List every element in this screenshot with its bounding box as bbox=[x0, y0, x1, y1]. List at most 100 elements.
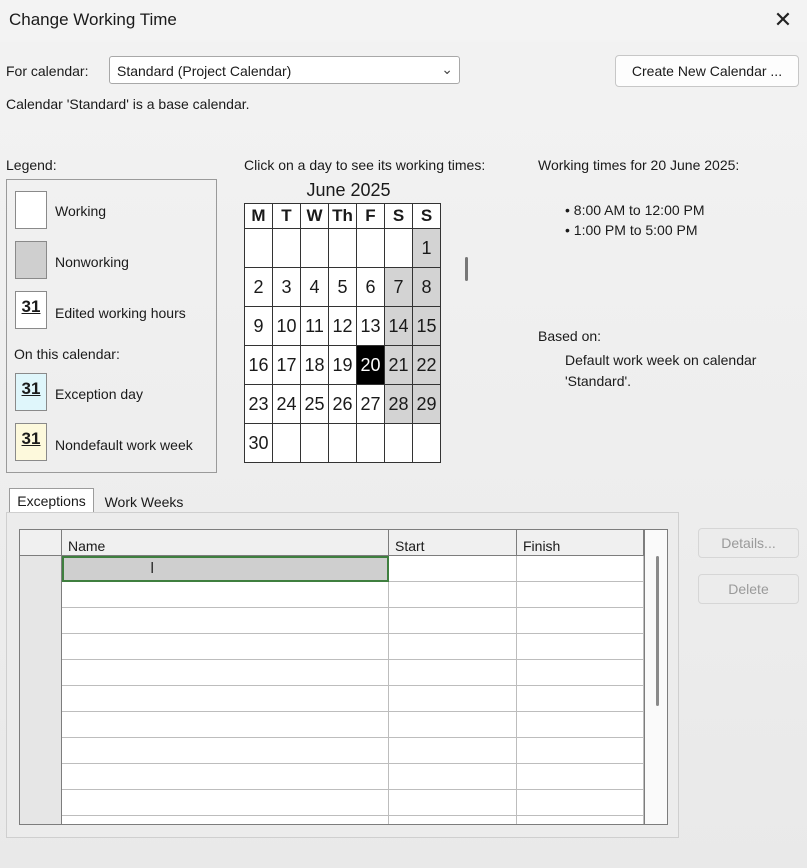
grid-cell[interactable] bbox=[62, 712, 389, 738]
grid-cell[interactable] bbox=[62, 608, 389, 634]
grid-cell[interactable] bbox=[62, 764, 389, 790]
grid-cell[interactable] bbox=[389, 660, 517, 686]
calendar-day-15[interactable]: 15 bbox=[412, 306, 441, 346]
tab-exceptions[interactable]: Exceptions bbox=[9, 488, 94, 513]
calendar-day-14[interactable]: 14 bbox=[384, 306, 413, 346]
calendar-day-25[interactable]: 25 bbox=[300, 384, 329, 424]
calendar-scroll-handle[interactable] bbox=[465, 257, 468, 281]
grid-cell[interactable] bbox=[389, 556, 517, 582]
calendar-day-8[interactable]: 8 bbox=[412, 267, 441, 307]
grid-scrollbar[interactable] bbox=[644, 530, 667, 824]
calendar-week-row: 9 10 11 12 13 14 15 bbox=[244, 306, 441, 346]
grid-cell[interactable] bbox=[389, 738, 517, 764]
table-row[interactable]: I bbox=[20, 556, 644, 582]
calendar-day-19[interactable]: 19 bbox=[328, 345, 357, 385]
table-row[interactable] bbox=[20, 764, 644, 790]
grid-cell[interactable] bbox=[517, 686, 644, 712]
create-new-calendar-button[interactable]: Create New Calendar ... bbox=[615, 55, 799, 87]
row-header-cell bbox=[20, 634, 62, 660]
legend-exception-day: Exception day bbox=[55, 386, 143, 402]
column-header-name[interactable]: Name bbox=[62, 530, 389, 556]
grid-cell[interactable] bbox=[517, 660, 644, 686]
tab-work-weeks[interactable]: Work Weeks bbox=[96, 490, 192, 513]
grid-cell[interactable] bbox=[517, 712, 644, 738]
grid-cell[interactable] bbox=[389, 582, 517, 608]
column-header-finish[interactable]: Finish bbox=[517, 530, 644, 556]
calendar-day-6[interactable]: 6 bbox=[356, 267, 385, 307]
grid-cell[interactable] bbox=[517, 816, 644, 824]
calendar-day-12[interactable]: 12 bbox=[328, 306, 357, 346]
calendar-day-5[interactable]: 5 bbox=[328, 267, 357, 307]
calendar-day-17[interactable]: 17 bbox=[272, 345, 301, 385]
table-row[interactable] bbox=[20, 660, 644, 686]
calendar-day-13[interactable]: 13 bbox=[356, 306, 385, 346]
calendar-day-7[interactable]: 7 bbox=[384, 267, 413, 307]
calendar-day-16[interactable]: 16 bbox=[244, 345, 273, 385]
grid-cell[interactable] bbox=[389, 816, 517, 824]
grid-cell[interactable] bbox=[389, 712, 517, 738]
grid-cell[interactable] bbox=[389, 634, 517, 660]
calendar-day-9[interactable]: 9 bbox=[244, 306, 273, 346]
grid-cell[interactable] bbox=[389, 608, 517, 634]
column-header-start[interactable]: Start bbox=[389, 530, 517, 556]
calendar-empty-cell bbox=[272, 423, 301, 463]
calendar-day-27[interactable]: 27 bbox=[356, 384, 385, 424]
grid-cell[interactable] bbox=[517, 764, 644, 790]
grid-cell[interactable] bbox=[517, 608, 644, 634]
calendar-day-18[interactable]: 18 bbox=[300, 345, 329, 385]
table-row[interactable] bbox=[20, 582, 644, 608]
calendar-day-22[interactable]: 22 bbox=[412, 345, 441, 385]
grid-cell[interactable] bbox=[389, 686, 517, 712]
legend-edited-hours: Edited working hours bbox=[55, 305, 186, 321]
grid-cell[interactable] bbox=[62, 660, 389, 686]
calendar-day-23[interactable]: 23 bbox=[244, 384, 273, 424]
calendar-day-30[interactable]: 30 bbox=[244, 423, 273, 463]
grid-cell[interactable] bbox=[62, 738, 389, 764]
grid-cell[interactable] bbox=[517, 634, 644, 660]
calendar-week-row: 30 bbox=[244, 423, 441, 463]
for-calendar-select[interactable]: Standard (Project Calendar) ⌄ bbox=[109, 56, 460, 84]
grid-cell[interactable] bbox=[517, 556, 644, 582]
grid-cell[interactable] bbox=[517, 582, 644, 608]
table-row[interactable] bbox=[20, 634, 644, 660]
details-button[interactable]: Details... bbox=[698, 528, 799, 558]
grid-cell[interactable] bbox=[62, 634, 389, 660]
calendar-week-row: 16 17 18 19 20 21 22 bbox=[244, 345, 441, 385]
grid-cell[interactable] bbox=[62, 816, 389, 824]
delete-button[interactable]: Delete bbox=[698, 574, 799, 604]
calendar-day-28[interactable]: 28 bbox=[384, 384, 413, 424]
table-row[interactable] bbox=[20, 686, 644, 712]
exceptions-grid[interactable]: Name Start Finish I bbox=[19, 529, 668, 825]
calendar-day-11[interactable]: 11 bbox=[300, 306, 329, 346]
calendar-day-10[interactable]: 10 bbox=[272, 306, 301, 346]
grid-cell[interactable] bbox=[389, 790, 517, 816]
legend-nondefault-week: Nondefault work week bbox=[55, 437, 193, 453]
grid-cell[interactable] bbox=[62, 582, 389, 608]
table-row[interactable] bbox=[20, 608, 644, 634]
calendar-day-3[interactable]: 3 bbox=[272, 267, 301, 307]
grid-cell[interactable] bbox=[62, 790, 389, 816]
calendar-empty-cell bbox=[356, 228, 385, 268]
calendar-day-26[interactable]: 26 bbox=[328, 384, 357, 424]
active-name-cell[interactable]: I bbox=[62, 556, 389, 582]
table-row[interactable] bbox=[20, 712, 644, 738]
grid-scroll-thumb[interactable] bbox=[656, 556, 659, 706]
calendar-day-21[interactable]: 21 bbox=[384, 345, 413, 385]
calendar-day-20[interactable]: 20 bbox=[356, 345, 385, 385]
nonworking-swatch bbox=[15, 241, 47, 279]
table-row[interactable] bbox=[20, 790, 644, 816]
grid-cell[interactable] bbox=[517, 738, 644, 764]
grid-cell[interactable] bbox=[517, 790, 644, 816]
for-calendar-label: For calendar: bbox=[6, 63, 89, 79]
calendar-day-1[interactable]: 1 bbox=[412, 228, 441, 268]
calendar-day-29[interactable]: 29 bbox=[412, 384, 441, 424]
calendar-empty-cell bbox=[272, 228, 301, 268]
grid-cell[interactable] bbox=[389, 764, 517, 790]
close-icon[interactable]: ✕ bbox=[766, 4, 800, 36]
calendar-day-24[interactable]: 24 bbox=[272, 384, 301, 424]
table-row[interactable] bbox=[20, 816, 644, 824]
table-row[interactable] bbox=[20, 738, 644, 764]
calendar-day-2[interactable]: 2 bbox=[244, 267, 273, 307]
grid-cell[interactable] bbox=[62, 686, 389, 712]
calendar-day-4[interactable]: 4 bbox=[300, 267, 329, 307]
